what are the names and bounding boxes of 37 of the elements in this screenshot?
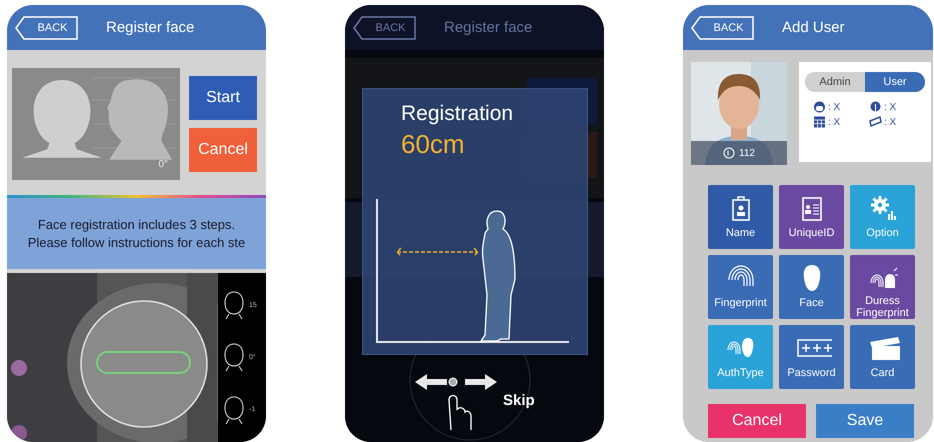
credential-count: : X — [828, 116, 840, 128]
credential-count: : X — [884, 116, 896, 128]
screen-title: Register face — [444, 19, 532, 36]
distance-value: 60cm — [401, 129, 465, 160]
back-button[interactable]: BACK — [691, 16, 754, 40]
instruction-text: Face registration includes 3 steps. — [38, 216, 236, 234]
back-button[interactable]: BACK — [15, 16, 78, 40]
back-button[interactable]: BACK — [353, 16, 416, 40]
head-outline-icon — [222, 342, 246, 372]
screen-title: Add User — [782, 19, 845, 36]
start-button[interactable]: Start — [189, 76, 257, 120]
screen-title: Register face — [106, 19, 194, 36]
menu-tile[interactable]: Face — [779, 255, 844, 319]
menu-tile[interactable]: Name — [708, 185, 773, 249]
menu-tile[interactable]: Password — [779, 325, 844, 389]
cancel-button[interactable]: Cancel — [708, 404, 806, 438]
menu-tile[interactable]: UniqueID — [779, 185, 844, 249]
skip-label: Skip — [503, 392, 535, 408]
credential-count: : X — [828, 102, 840, 112]
save-button[interactable]: Save — [816, 404, 914, 438]
head-outline-icon — [222, 394, 246, 425]
head-outline-icon — [222, 290, 246, 320]
role-toggle[interactable]: User — [865, 72, 925, 92]
menu-tile[interactable]: Card — [850, 325, 915, 389]
menu-tile[interactable]: Fingerprint — [708, 255, 773, 319]
menu-tile[interactable]: Duress Fingerprint — [850, 255, 915, 319]
id-icon — [723, 147, 736, 159]
keypad-icon — [813, 116, 826, 128]
menu-tile[interactable]: AuthType — [708, 325, 773, 389]
cancel-button[interactable]: Cancel — [189, 128, 257, 172]
credential-count: : X — [884, 102, 896, 112]
instruction-text: Please follow instructions for each ste — [28, 234, 246, 252]
registration-heading: Registration — [401, 102, 514, 126]
user-id: 112 — [739, 148, 755, 158]
card-icon — [869, 116, 882, 128]
angle-label: 0° — [158, 159, 168, 170]
menu-tile[interactable]: Option — [850, 185, 915, 249]
